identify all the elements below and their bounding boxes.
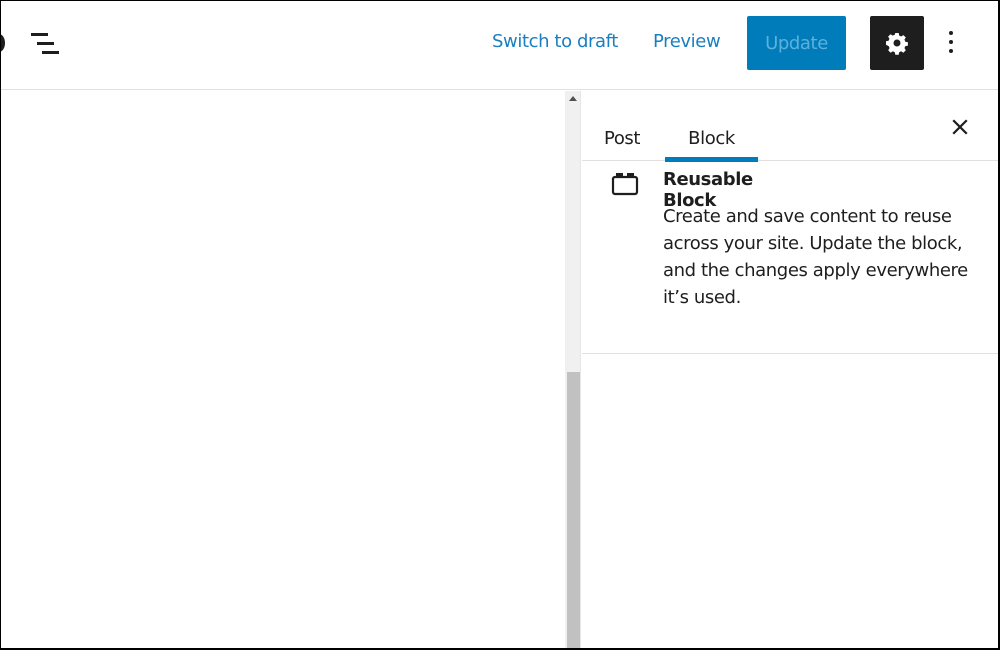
scrollbar-thumb[interactable] xyxy=(567,372,580,648)
list-view-icon xyxy=(31,33,48,36)
site-logo[interactable] xyxy=(1,34,5,52)
block-description: Create and save content to reuse across … xyxy=(663,206,968,308)
settings-sidebar: Post Block Reusable Block Create and sav… xyxy=(582,91,998,648)
editor-window: Switch to draft Preview Update Post Bloc… xyxy=(0,0,1000,650)
editor-canvas[interactable] xyxy=(1,91,565,648)
sidebar-tabs: Post Block xyxy=(582,91,998,162)
block-card: Reusable Block Create and save content t… xyxy=(582,161,998,354)
list-view-button[interactable] xyxy=(29,29,63,59)
switch-to-draft-button[interactable]: Switch to draft xyxy=(492,31,618,52)
close-icon xyxy=(952,119,968,135)
tab-post[interactable]: Post xyxy=(604,91,640,161)
close-sidebar-button[interactable] xyxy=(946,113,974,141)
editor-header: Switch to draft Preview Update xyxy=(1,1,998,90)
reusable-block-icon xyxy=(611,173,639,196)
vertical-ellipsis-icon xyxy=(949,31,953,35)
tab-block[interactable]: Block xyxy=(665,91,758,162)
update-button[interactable]: Update xyxy=(747,16,846,70)
gear-icon xyxy=(886,33,908,55)
canvas-scrollbar[interactable] xyxy=(565,91,581,648)
preview-button[interactable]: Preview xyxy=(653,31,721,52)
more-options-button[interactable] xyxy=(939,27,963,59)
settings-button[interactable] xyxy=(870,16,924,70)
scroll-up-arrow-icon[interactable] xyxy=(569,96,577,101)
